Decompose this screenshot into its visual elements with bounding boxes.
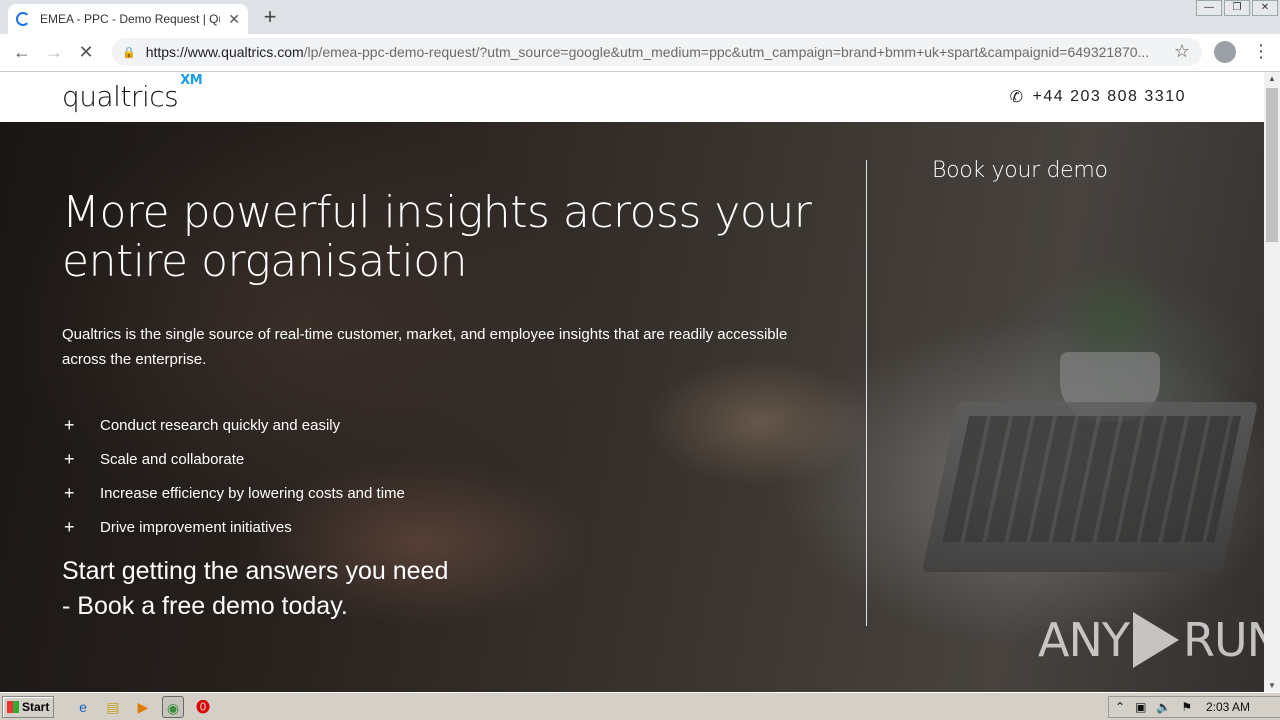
browser-menu-icon[interactable]: ⋮ (1252, 41, 1270, 61)
benefit-item: + Conduct research quickly and easily (62, 408, 405, 442)
plus-icon: + (64, 448, 75, 469)
page-viewport: qualtrics XM ✆ +44 203 808 3310 More powe… (0, 72, 1264, 692)
back-button[interactable]: ← (6, 42, 38, 63)
start-button[interactable]: Start (2, 695, 54, 718)
tab-title: EMEA - PPC - Demo Request | Qualtrics (40, 12, 220, 26)
plus-icon: + (64, 414, 75, 435)
close-tab-icon[interactable]: ✕ (228, 11, 240, 28)
vertical-divider (866, 160, 867, 626)
url-host: https://www.qualtrics.com (145, 44, 304, 60)
logo-xm: XM (180, 72, 203, 88)
benefit-list: + Conduct research quickly and easily + Sc… (62, 408, 405, 544)
system-tray: ⌃ ▣ 🔈 ⚑ 2:03 AM (1108, 696, 1280, 718)
browser-tab[interactable]: EMEA - PPC - Demo Request | Qualtrics ✕ (8, 4, 248, 34)
volume-icon[interactable]: 🔈 (1156, 700, 1171, 714)
start-label: Start (22, 699, 50, 714)
cta-line-2: - Book a free demo today. (62, 592, 348, 620)
scrollbar-thumb[interactable] (1266, 88, 1278, 242)
window-controls: — ❐ ✕ (1194, 0, 1278, 18)
forward-button[interactable]: → (38, 42, 70, 63)
benefit-text: Increase efficiency by lowering costs an… (100, 484, 405, 502)
laptop-keyboard (942, 416, 1242, 542)
warning-app-icon[interactable]: ⓿ (192, 696, 214, 718)
play-icon (1132, 612, 1179, 668)
phone-link[interactable]: ✆ +44 203 808 3310 (1010, 87, 1186, 107)
internet-explorer-icon[interactable]: e (72, 696, 94, 718)
loading-spinner-icon (16, 12, 30, 26)
stop-loading-button[interactable]: ✕ (70, 42, 102, 63)
browser-toolbar: ← → ✕ 🔒 https://www.qualtrics.com/lp/eme… (0, 34, 1280, 72)
tray-expand-icon[interactable]: ⌃ (1115, 700, 1125, 714)
book-demo-title: Book your demo (932, 158, 1108, 183)
hero-lead-text: Qualtrics is the single source of real-t… (62, 326, 788, 368)
os-taskbar: Start e ▤ ▶ ◉ ⓿ ⌃ ▣ 🔈 ⚑ 2:03 AM (0, 692, 1280, 720)
benefit-item: + Scale and collaborate (62, 442, 405, 476)
media-player-icon[interactable]: ▶ (132, 696, 154, 718)
watermark-right: RUN (1182, 613, 1264, 667)
benefit-item: + Drive improvement initiatives (62, 510, 405, 544)
new-tab-button[interactable]: + (258, 6, 282, 30)
plus-icon: + (64, 482, 75, 503)
site-header: qualtrics XM ✆ +44 203 808 3310 (0, 72, 1264, 122)
windows-flag-icon (7, 700, 19, 713)
taskbar-clock[interactable]: 2:03 AM (1206, 700, 1250, 714)
browser-titlebar: EMEA - PPC - Demo Request | Qualtrics ✕ … (0, 0, 1280, 34)
watermark-left: ANY (1038, 613, 1130, 667)
benefit-text: Drive improvement initiatives (100, 518, 292, 536)
benefit-text: Scale and collaborate (100, 450, 245, 468)
network-icon[interactable]: ▣ (1135, 700, 1146, 714)
address-bar[interactable]: 🔒 https://www.qualtrics.com/lp/emea-ppc-… (112, 38, 1202, 66)
benefit-text: Conduct research quickly and easily (100, 416, 341, 434)
scroll-down-arrow-icon[interactable]: ▼ (1268, 681, 1276, 690)
profile-avatar[interactable] (1214, 41, 1236, 63)
plus-icon: + (64, 516, 75, 537)
url-path: /lp/emea-ppc-demo-request/?utm_source=go… (303, 44, 1150, 60)
action-center-flag-icon[interactable]: ⚑ (1181, 700, 1192, 714)
page-scrollbar[interactable]: ▲ ▼ (1264, 72, 1280, 692)
phone-icon: ✆ (1009, 89, 1025, 106)
logo-text: qualtrics (62, 80, 179, 113)
hero-cta-text: Start getting the answers you need - Boo… (62, 554, 542, 624)
chrome-icon[interactable]: ◉ (162, 695, 184, 718)
file-explorer-icon[interactable]: ▤ (102, 696, 124, 718)
hero-headline: More powerful insights across your entir… (62, 187, 812, 287)
benefit-item: + Increase efficiency by lowering costs a… (62, 476, 405, 510)
qualtrics-logo[interactable]: qualtrics XM (62, 73, 203, 113)
background-laptop (921, 402, 1259, 572)
lock-icon: 🔒 (122, 46, 136, 59)
minimize-button[interactable]: — (1196, 0, 1222, 16)
hero-section: More powerful insights across your entir… (0, 122, 1264, 692)
close-window-button[interactable]: ✕ (1252, 0, 1278, 16)
phone-number: +44 203 808 3310 (1032, 88, 1186, 105)
url-text: https://www.qualtrics.com/lp/emea-ppc-de… (146, 44, 1166, 60)
maximize-button[interactable]: ❐ (1224, 0, 1250, 16)
cta-line-1: Start getting the answers you need (62, 557, 449, 585)
scroll-up-arrow-icon[interactable]: ▲ (1268, 74, 1276, 83)
anyrun-watermark: ANY RUN (1038, 612, 1264, 668)
bookmark-star-icon[interactable]: ☆ (1174, 41, 1190, 62)
